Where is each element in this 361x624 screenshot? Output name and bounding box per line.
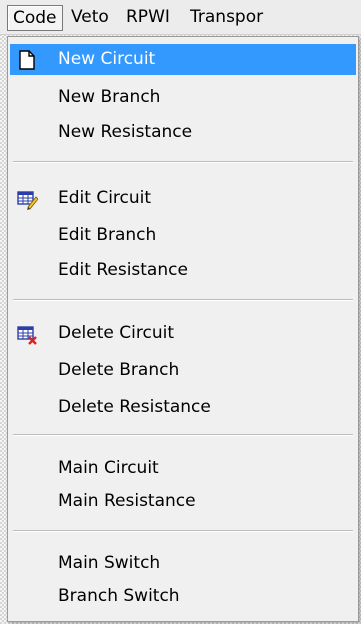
menu-item-label: Delete Resistance (58, 397, 211, 417)
menu-separator (13, 434, 353, 436)
menu-item-label: Delete Circuit (58, 323, 174, 343)
menu-separator (13, 530, 353, 532)
menu-item-edit-resistance[interactable]: Edit Resistance (10, 255, 356, 286)
menu-transport[interactable]: Transpor (184, 5, 269, 29)
menu-item-delete-circuit[interactable]: Delete Circuit (10, 318, 356, 349)
menu-item-main-circuit[interactable]: Main Circuit (10, 453, 356, 484)
menu-item-edit-circuit[interactable]: Edit Circuit (10, 183, 356, 214)
menu-veto[interactable]: Veto (65, 5, 115, 29)
menu-item-label: Branch Switch (58, 586, 180, 606)
menu-item-label: Edit Resistance (58, 260, 188, 280)
edit-table-icon (16, 188, 39, 210)
menu-item-label: Main Resistance (58, 491, 196, 511)
menu-item-main-switch[interactable]: Main Switch (10, 548, 356, 579)
menu-item-delete-branch[interactable]: Delete Branch (10, 355, 356, 386)
menu-item-branch-switch[interactable]: Branch Switch (10, 581, 356, 612)
menu-item-delete-resistance[interactable]: Delete Resistance (10, 392, 356, 423)
menu-bar: Code Veto RPWI Transpor (0, 0, 361, 35)
menu-rpwi[interactable]: RPWI (120, 5, 176, 29)
new-document-icon (16, 49, 38, 71)
menu-item-main-resistance[interactable]: Main Resistance (10, 486, 356, 517)
menu-separator (13, 161, 353, 163)
menu-item-label: Main Circuit (58, 458, 159, 478)
menu-item-label: New Circuit (58, 49, 156, 69)
menu-item-edit-branch[interactable]: Edit Branch (10, 220, 356, 251)
code-dropdown-menu: New Circuit New Branch New Resistance Ed… (7, 36, 359, 622)
menu-item-new-circuit[interactable]: New Circuit (10, 44, 356, 75)
menu-item-label: Edit Branch (58, 225, 157, 245)
delete-table-icon (16, 323, 38, 345)
menu-item-new-resistance[interactable]: New Resistance (10, 117, 356, 148)
menu-item-label: New Branch (58, 87, 161, 107)
menu-item-label: Edit Circuit (58, 188, 152, 208)
menu-item-label: Main Switch (58, 553, 161, 573)
menu-item-new-branch[interactable]: New Branch (10, 82, 356, 113)
menu-item-label: Delete Branch (58, 360, 180, 380)
menu-item-label: New Resistance (58, 122, 193, 142)
menu-code[interactable]: Code (7, 5, 63, 31)
menu-separator (13, 299, 353, 301)
